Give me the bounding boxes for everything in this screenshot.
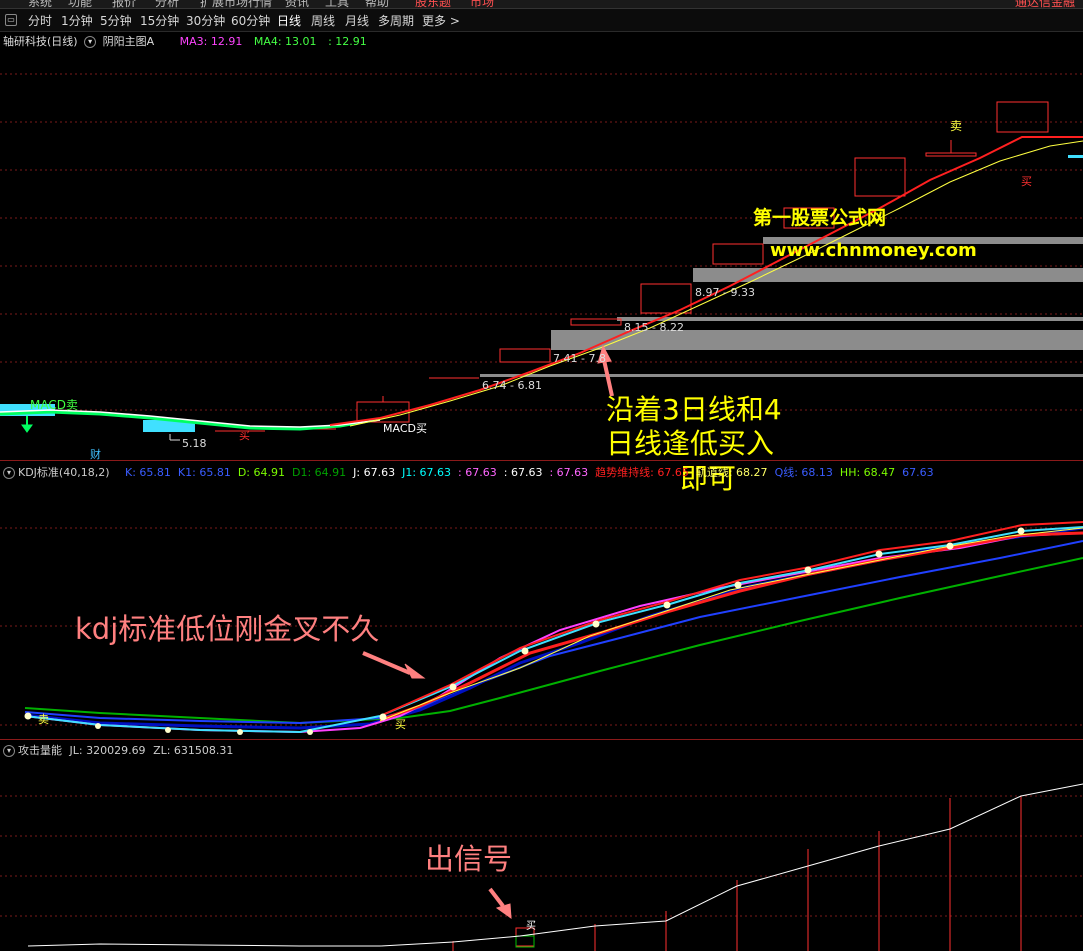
menu-item-extended-market[interactable]: 扩展市场行情 <box>200 0 272 8</box>
kdj-red-line-2 <box>379 521 1083 717</box>
green-down-arrow <box>21 416 33 433</box>
kdj-buy-label: 买 <box>395 718 406 731</box>
range-label-1: 6.74 - 6.81 <box>482 379 542 392</box>
macd-sell-label: MACD卖 <box>30 398 78 412</box>
kdj-annotation: kdj标准低位刚金叉不久 <box>75 612 380 646</box>
period-1min[interactable]: 1分钟 <box>61 12 93 29</box>
menu-item-help[interactable]: 帮助 <box>365 0 389 8</box>
range-label-4: 8.97 - 9.33 <box>695 286 755 299</box>
menu-item-shareholder[interactable]: 股东题 <box>415 0 451 8</box>
vol-grid <box>0 795 1083 917</box>
period-daily[interactable]: 日线 <box>277 12 301 29</box>
menu-item-tools[interactable]: 工具 <box>325 0 349 8</box>
period-monthly[interactable]: 月线 <box>345 12 369 29</box>
layout-toggle-icon[interactable]: ▭ <box>5 14 17 26</box>
main-panel-title: 轴研科技(日线) ▾ 阴阳主图A MA3: 12.91 MA4: 13.01 :… <box>3 33 367 49</box>
buy-label-1: 买 <box>239 429 250 442</box>
ma3-value: MA3: 12.91 <box>179 35 243 48</box>
vol-annotation-arrow <box>488 887 512 920</box>
period-60min[interactable]: 60分钟 <box>231 12 270 29</box>
dropdown-circle-icon[interactable]: ▾ <box>84 36 97 48</box>
volume-white-line <box>27 783 1083 947</box>
menu-item-system[interactable]: 系统 <box>28 0 52 8</box>
vol-buy-label: 买 <box>526 921 536 932</box>
period-weekly[interactable]: 周线 <box>311 12 335 29</box>
signal-box-green <box>515 935 535 948</box>
macd-buy-label: MACD买 <box>383 422 427 435</box>
watermark-url: www.chnmoney.com <box>770 240 977 261</box>
volume-bars <box>452 796 1022 951</box>
kdj-sell-label: 卖 <box>38 713 49 726</box>
indicator-name[interactable]: 阴阳主图A <box>103 35 155 48</box>
ma4-value: MA4: 13.01 <box>253 35 317 48</box>
period-tick[interactable]: 分时 <box>28 12 52 29</box>
cai-label: 财 <box>90 448 101 461</box>
volume-chart[interactable] <box>0 756 1083 951</box>
menu-item-tdx[interactable]: 通达信金融 <box>1015 0 1075 8</box>
extra-value: : 12.91 <box>328 35 367 48</box>
buy-label-2: 买 <box>1021 175 1032 188</box>
menu-item-info[interactable]: 资讯 <box>285 0 309 8</box>
main-annotation-line2: 日线逢低买入 <box>606 427 775 460</box>
low-price-label: 5.18 <box>182 437 207 450</box>
period-30min[interactable]: 30分钟 <box>186 12 225 29</box>
ma-yellow-line <box>349 140 1083 427</box>
kdj-yellow-line <box>379 527 1083 722</box>
vol-annotation: 出信号 <box>425 842 513 876</box>
main-annotation-line1: 沿着3日线和4 <box>606 393 782 426</box>
period-toolbar: ▭ 分时 1分钟 5分钟 15分钟 30分钟 60分钟 日线 周线 月线 多周期… <box>0 9 1083 32</box>
sell-label-top: 卖 <box>950 119 963 133</box>
menu-item-function[interactable]: 功能 <box>68 0 92 8</box>
range-label-3: 8.15 - 8.22 <box>624 321 684 334</box>
period-5min[interactable]: 5分钟 <box>100 12 132 29</box>
period-multi[interactable]: 多周期 <box>378 12 414 29</box>
menu-item-quote[interactable]: 报价 <box>112 0 136 8</box>
menu-item-market[interactable]: 市场 <box>470 0 494 8</box>
range-label-2: 7.41 - 7.8 <box>553 352 606 365</box>
menu-item-analysis[interactable]: 分析 <box>155 0 179 8</box>
period-15min[interactable]: 15分钟 <box>140 12 179 29</box>
period-more[interactable]: 更多 > <box>422 12 460 29</box>
panel-separator-2 <box>0 739 1083 740</box>
stock-name: 轴研科技(日线) <box>3 35 78 48</box>
panel-separator-1 <box>0 460 1083 461</box>
kdj-annotation-arrow <box>362 651 426 679</box>
top-menu-bar: 系统 功能 报价 分析 扩展市场行情 资讯 工具 帮助 股东题 市场 通达信金融 <box>0 0 1083 9</box>
watermark-title: 第一股票公式网 <box>753 207 887 229</box>
